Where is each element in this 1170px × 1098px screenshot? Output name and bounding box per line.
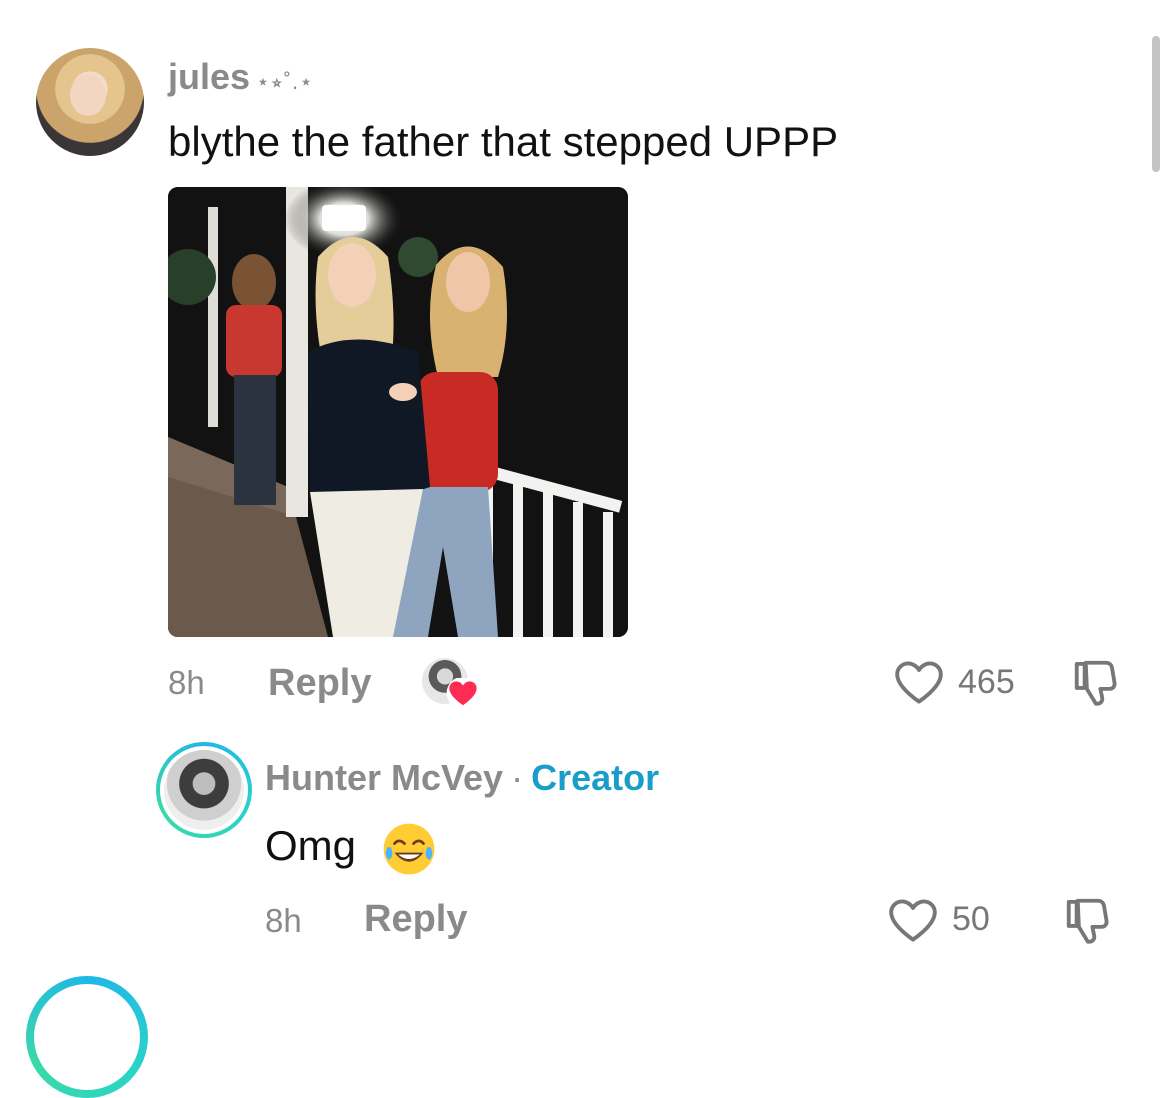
name-separator: ·: [511, 757, 524, 798]
creator-badge: Creator: [531, 757, 660, 798]
username-text[interactable]: jules: [168, 56, 250, 97]
comment-reply-button[interactable]: Reply: [268, 662, 371, 705]
comment-text: blythe the father that stepped UPPP: [168, 118, 839, 165]
heart-outline-icon[interactable]: [886, 896, 940, 944]
scrollbar[interactable]: [1152, 36, 1160, 172]
creator-name-line[interactable]: Hunter McVey · Creator: [265, 757, 659, 799]
reply-like-count: 50: [952, 900, 990, 938]
laughing-crying-emoji-icon: [383, 823, 435, 875]
reply-time: 8h: [265, 902, 302, 939]
thumbs-down-outline-icon[interactable]: [1070, 656, 1124, 710]
comment-time: 8h: [168, 664, 205, 701]
username-decoration: ⋆⭒˚.⋆: [256, 69, 314, 94]
photo-illustration: [168, 187, 628, 637]
thumbs-down-outline-icon[interactable]: [1062, 894, 1116, 948]
next-comment-avatar[interactable]: [34, 984, 140, 1090]
creator-avatar[interactable]: [160, 746, 248, 834]
commenter-avatar[interactable]: [36, 48, 144, 156]
heart-filled-icon: [446, 678, 480, 708]
reply-text: Omg: [265, 822, 357, 869]
reply-text-line: Omg 😂: [265, 822, 356, 870]
comment-photo[interactable]: [168, 187, 628, 637]
creator-username[interactable]: Hunter McVey: [265, 757, 503, 798]
commenter-username[interactable]: jules ⋆⭒˚.⋆: [168, 56, 314, 98]
comment-like-count: 465: [958, 663, 1015, 701]
heart-outline-icon[interactable]: [892, 658, 946, 706]
reply-reply-button[interactable]: Reply: [364, 898, 467, 941]
